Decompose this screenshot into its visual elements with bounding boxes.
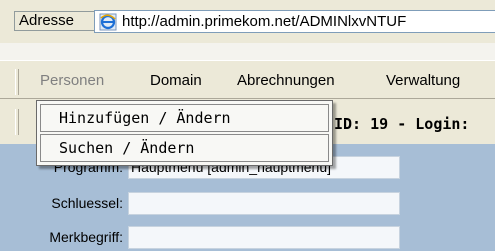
menu-item-verwaltung[interactable]: Verwaltung (386, 72, 460, 89)
personen-dropdown: Hinzufügen / Ändern Suchen / Ändern (36, 100, 333, 166)
merkbegriff-label: Merkbegriff: (49, 229, 123, 245)
toolbar-separator (0, 43, 495, 60)
ie-page-icon (99, 13, 117, 31)
dropdown-item-hinzufuegen[interactable]: Hinzufügen / Ändern (40, 104, 329, 132)
address-toolbar: Adresse http://admin.primekom.net/ADMINl… (0, 0, 495, 43)
dropdown-item-suchen[interactable]: Suchen / Ändern (40, 134, 329, 162)
menu-grip[interactable] (15, 69, 19, 95)
session-info: ID: 19 - Login: (334, 115, 470, 133)
menu-item-domain[interactable]: Domain (150, 72, 202, 89)
schluessel-label: Schluessel: (51, 195, 123, 211)
menu-item-abrechnungen[interactable]: Abrechnungen (237, 72, 335, 89)
menu-item-personen[interactable]: Personen (40, 72, 104, 89)
address-label: Adresse (14, 11, 94, 31)
address-input[interactable]: http://admin.primekom.net/ADMINlxvNTUF (94, 10, 495, 33)
merkbegriff-input[interactable] (128, 226, 400, 249)
form-row-merkbegriff: Merkbegriff: (0, 224, 495, 250)
schluessel-input[interactable] (128, 192, 400, 215)
form-row-schluessel: Schluessel: (0, 190, 495, 216)
info-grip[interactable] (15, 109, 19, 135)
address-url: http://admin.primekom.net/ADMINlxvNTUF (122, 13, 407, 30)
menu-bar: Personen Domain Abrechnungen Verwaltung (0, 60, 495, 98)
